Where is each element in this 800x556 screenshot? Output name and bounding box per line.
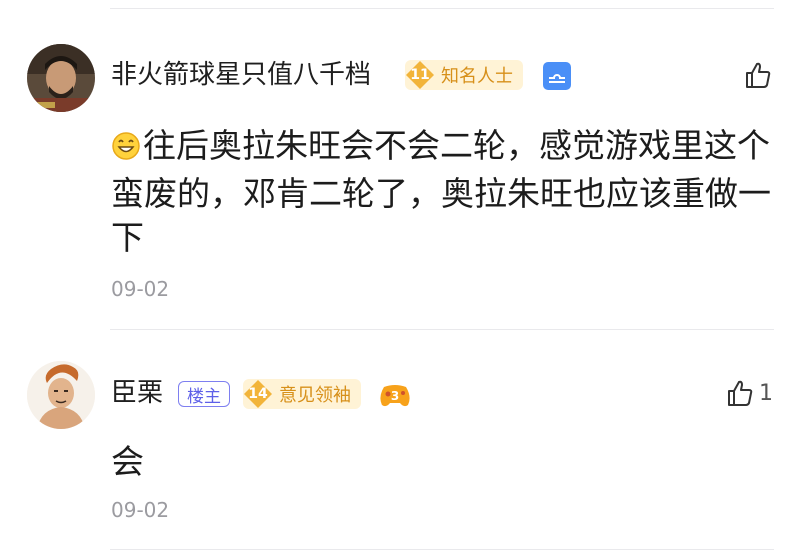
avatar-cartoon-icon bbox=[27, 361, 95, 429]
libra-icon bbox=[543, 62, 571, 90]
avatar-photo-icon bbox=[27, 44, 95, 112]
comment-text: 会 bbox=[111, 442, 144, 481]
like-count: 1 bbox=[759, 380, 773, 406]
divider bbox=[110, 329, 774, 330]
level-badge[interactable]: 11 知名人士 bbox=[405, 60, 523, 90]
avatar[interactable] bbox=[27, 361, 95, 429]
like-button[interactable]: 1 bbox=[727, 379, 773, 407]
level-diamond-icon: 11 bbox=[405, 60, 435, 90]
svg-text:3: 3 bbox=[391, 389, 399, 403]
gamepad-3-icon: 3 bbox=[378, 381, 412, 413]
title-badge-label: 知名人士 bbox=[441, 66, 513, 87]
comment-date: 09-02 bbox=[111, 277, 170, 301]
username[interactable]: 非火箭球星只值八千档 bbox=[111, 62, 371, 88]
comment-date: 09-02 bbox=[111, 498, 170, 522]
level-badge[interactable]: 14 意见领袖 bbox=[243, 379, 361, 409]
title-badge-label: 意见领袖 bbox=[279, 385, 351, 406]
comment-text: 往后奥拉朱旺会不会二轮，感觉游戏里这个蛮废的，邓肯二轮了，奥拉朱旺也应该重做一下 bbox=[111, 124, 776, 260]
thumbs-up-icon bbox=[728, 380, 753, 406]
divider-top bbox=[110, 8, 774, 9]
username[interactable]: 臣栗 bbox=[111, 380, 163, 406]
op-badge: 楼主 bbox=[178, 381, 230, 407]
comment-body: 往后奥拉朱旺会不会二轮，感觉游戏里这个蛮废的，邓肯二轮了，奥拉朱旺也应该重做一下 bbox=[111, 126, 771, 257]
grin-emoji-icon bbox=[111, 128, 141, 172]
avatar[interactable] bbox=[27, 44, 95, 112]
level-diamond-icon: 14 bbox=[243, 379, 273, 409]
divider bbox=[110, 549, 774, 550]
like-button[interactable] bbox=[745, 61, 777, 89]
level-number: 11 bbox=[410, 67, 430, 83]
thumbs-up-icon bbox=[746, 62, 771, 88]
level-number: 14 bbox=[248, 386, 268, 402]
